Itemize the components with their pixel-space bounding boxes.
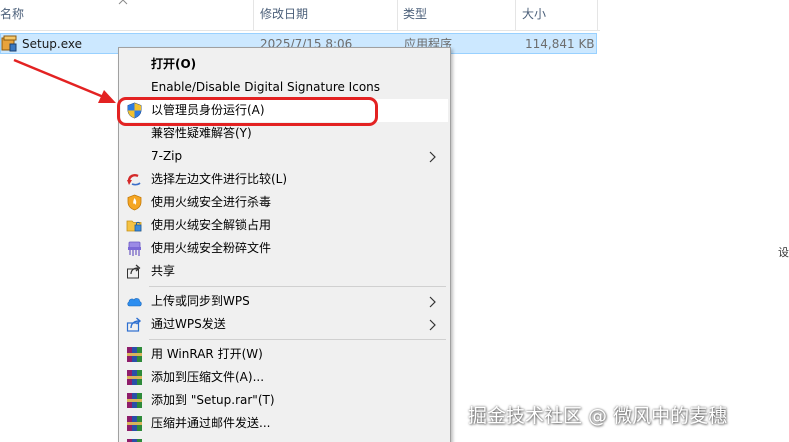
winrar-icon [127,370,142,385]
menu-item-7zip[interactable]: 7-Zip [121,145,448,168]
sort-ascending-icon [118,0,128,5]
submenu-arrow-icon [429,296,436,308]
column-header: 名称 修改日期 类型 大小 [0,0,600,30]
unlock-folder-icon [126,220,142,232]
menu-item-winrar-partial[interactable] [121,435,448,442]
menu-item-huorong-scan[interactable]: 使用火绒安全进行杀毒 [121,191,448,214]
menu-item-winrar-add-archive[interactable]: 添加到压缩文件(A)... [121,366,448,389]
menu-item-huorong-shred[interactable]: 使用火绒安全粉碎文件 [121,237,448,260]
shredder-icon [128,241,141,256]
menu-item-winrar-add-setup-rar[interactable]: 添加到 "Setup.rar"(T) [121,389,448,412]
watermark-text: 掘金技术社区 @ 微风中的麦穗 [468,405,728,427]
menu-item-wps-send[interactable]: 通过WPS发送 [121,313,448,336]
submenu-arrow-icon [429,151,436,163]
huorong-shield-icon [127,194,142,211]
winrar-icon [127,393,142,408]
menu-item-winrar-compress-email[interactable]: 压缩并通过邮件发送... [121,412,448,435]
file-name: Setup.exe [22,37,83,51]
menu-item-open[interactable]: 打开(O) [121,53,448,76]
wps-cloud-icon [127,298,142,307]
annotation-highlight-box [117,97,378,126]
menu-item-share[interactable]: 共享 [121,260,448,283]
column-size-header[interactable]: 大小 [522,0,598,30]
menu-item-wps-upload[interactable]: 上传或同步到WPS [121,290,448,313]
menu-separator [149,339,446,340]
menu-item-compare-left[interactable]: 选择左边文件进行比较(L) [121,168,448,191]
menu-item-winrar-open[interactable]: 用 WinRAR 打开(W) [121,343,448,366]
compare-icon [127,174,141,186]
column-date-header[interactable]: 修改日期 [260,0,398,30]
share-icon [127,264,141,279]
side-label: 设 [778,246,789,259]
header-divider [0,30,600,31]
winrar-icon [127,416,142,431]
winrar-icon [127,347,142,362]
installer-exe-icon [1,35,17,52]
submenu-arrow-icon [429,319,436,331]
column-type-header[interactable]: 类型 [403,0,516,30]
menu-separator [149,286,446,287]
file-size: 114,841 KB [525,37,595,51]
menu-item-digital-signature-icons[interactable]: Enable/Disable Digital Signature Icons [121,76,448,99]
winrar-icon [127,439,142,442]
wps-send-icon [126,317,142,332]
menu-item-huorong-unlock[interactable]: 使用火绒安全解锁占用 [121,214,448,237]
